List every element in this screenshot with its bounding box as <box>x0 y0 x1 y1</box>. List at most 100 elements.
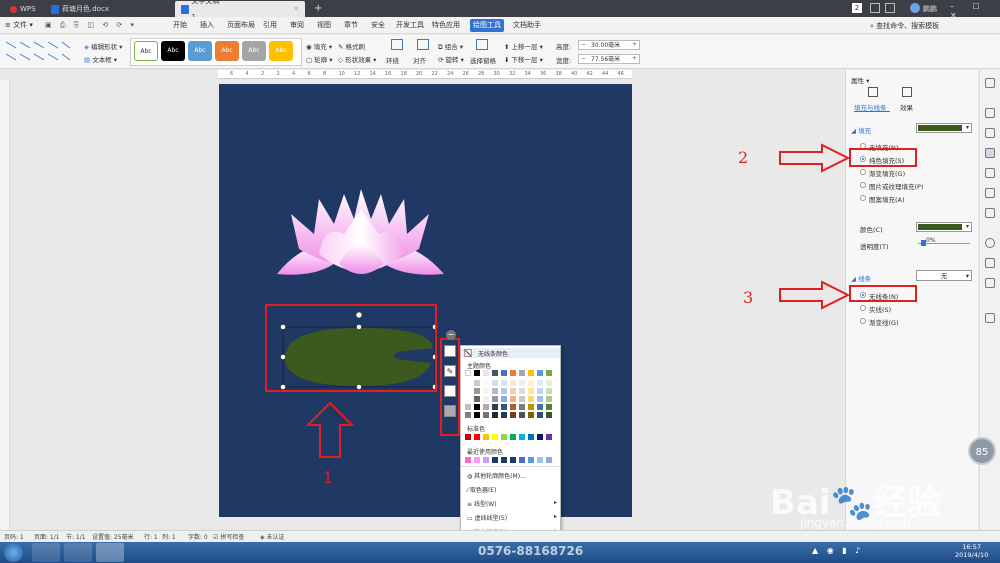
color-swatch[interactable] <box>528 388 534 394</box>
tab-wps[interactable]: WPS <box>4 1 42 17</box>
color-swatch[interactable] <box>537 404 543 410</box>
color-swatch[interactable] <box>528 404 534 410</box>
color-swatch[interactable] <box>483 388 489 394</box>
menu-special[interactable]: 特色应用 <box>429 19 463 32</box>
group-button[interactable]: ⧉ 组合 ▾ <box>438 41 463 52</box>
color-swatch[interactable] <box>537 380 543 386</box>
color-swatch[interactable] <box>465 370 471 376</box>
format-painter-button[interactable]: ✎ 格式刷 <box>338 41 365 51</box>
menu-review[interactable]: 审阅 <box>287 19 307 32</box>
menu-home[interactable]: 开始 <box>170 19 190 32</box>
color-swatch[interactable] <box>465 412 471 418</box>
align-button[interactable]: 对齐 <box>413 55 426 65</box>
avatar[interactable] <box>910 3 920 13</box>
color-swatch[interactable] <box>483 412 489 418</box>
shape-icon[interactable] <box>985 128 995 138</box>
color-swatch[interactable] <box>492 396 498 402</box>
start-button[interactable] <box>4 543 23 562</box>
dash-type-option[interactable]: ▭ 虚线线型(S) ▸ <box>467 513 557 522</box>
color-swatch[interactable] <box>528 457 534 463</box>
color-swatch[interactable] <box>465 380 471 386</box>
auth-status[interactable]: ◈ 未认证 <box>260 532 285 541</box>
color-swatch[interactable] <box>519 388 525 394</box>
color-swatch[interactable] <box>510 396 516 402</box>
decrement-icon[interactable]: − <box>581 40 586 49</box>
bring-forward-button[interactable]: ⬆ 上移一层 ▾ <box>504 41 543 51</box>
color-swatch[interactable] <box>546 412 552 418</box>
style-white[interactable]: Abc <box>134 41 158 61</box>
style-black[interactable]: Abc <box>161 41 185 61</box>
color-swatch[interactable] <box>501 388 507 394</box>
color-swatch[interactable] <box>465 388 471 394</box>
fill-button[interactable]: ◉ 填充 ▾ <box>306 41 332 51</box>
selection-pane-button[interactable]: 选择窗格 <box>470 55 496 65</box>
option-gradient-line[interactable]: 渐变线(G) <box>869 317 899 327</box>
export-icon[interactable] <box>985 278 995 288</box>
option-gradient-fill[interactable]: 渐变填充(G) <box>869 168 905 178</box>
style-orange[interactable]: Abc <box>215 41 239 61</box>
layout-options-icon[interactable] <box>444 345 456 357</box>
color-swatch[interactable] <box>519 380 525 386</box>
quick-access-toolbar[interactable]: ▣ ⎙ ⎘ ◫ ⟲ ⟳ ▾ <box>45 21 137 30</box>
toolbar-icon-1[interactable] <box>985 78 995 88</box>
color-swatch[interactable] <box>519 457 525 463</box>
color-swatch[interactable] <box>483 396 489 402</box>
line-type-select[interactable]: 无 ▾ <box>916 270 972 281</box>
color-swatch[interactable] <box>546 404 552 410</box>
color-picker[interactable]: ▾ <box>916 222 972 232</box>
style-gray[interactable]: Abc <box>242 41 266 61</box>
color-swatch[interactable] <box>510 412 516 418</box>
color-swatch[interactable] <box>510 404 516 410</box>
color-swatch[interactable] <box>474 388 480 394</box>
color-swatch[interactable] <box>546 396 552 402</box>
option-pattern-fill[interactable]: 图案填充(A) <box>869 194 905 204</box>
color-swatch[interactable] <box>519 412 525 418</box>
color-swatch[interactable] <box>546 434 552 440</box>
color-swatch[interactable] <box>492 404 498 410</box>
eyedropper-option[interactable]: ⁄ 取色器(E) <box>467 485 496 494</box>
increment-icon[interactable]: + <box>632 40 637 49</box>
color-swatch[interactable] <box>483 434 489 440</box>
increment-icon[interactable]: + <box>632 54 637 63</box>
menu-page-layout[interactable]: 页面布局 <box>224 19 258 32</box>
wrap-button[interactable]: 环绕 <box>386 55 399 65</box>
color-swatch[interactable] <box>519 396 525 402</box>
menu-insert[interactable]: 插入 <box>197 19 217 32</box>
skin-icon[interactable] <box>885 3 895 13</box>
color-swatch[interactable] <box>510 434 516 440</box>
color-swatch[interactable] <box>537 396 543 402</box>
color-swatch[interactable] <box>483 457 489 463</box>
color-swatch[interactable] <box>474 412 480 418</box>
color-swatch[interactable] <box>465 404 471 410</box>
taskbar-app-wps[interactable] <box>96 543 124 562</box>
share-icon[interactable] <box>985 258 995 268</box>
color-swatch[interactable] <box>492 380 498 386</box>
color-swatch[interactable] <box>510 457 516 463</box>
textbox-button[interactable]: ▤ 文本框 ▾ <box>84 54 117 64</box>
color-swatch[interactable] <box>519 434 525 440</box>
color-swatch[interactable] <box>528 434 534 440</box>
shape-effect-button[interactable]: ◇ 形状效果 ▾ <box>338 54 376 64</box>
outline-color-icon[interactable] <box>444 385 456 397</box>
option-picture-fill[interactable]: 图片或纹理填充(P) <box>869 181 924 191</box>
lock-icon[interactable] <box>985 168 995 178</box>
color-swatch[interactable] <box>501 457 507 463</box>
lotus-flower[interactable] <box>277 189 444 275</box>
picture-icon[interactable] <box>444 405 456 417</box>
color-swatch[interactable] <box>465 457 471 463</box>
system-tray-icons[interactable]: ▲ ◉ ▮ ♪ <box>812 546 863 555</box>
color-swatch[interactable] <box>465 396 471 402</box>
color-swatch[interactable] <box>474 434 480 440</box>
color-swatch[interactable] <box>537 434 543 440</box>
tab-document-active[interactable]: 文字文稿1 ✕ <box>175 0 305 21</box>
line-type-option[interactable]: ≡ 线型(W) ▸ <box>467 499 557 508</box>
tab-document-hetang[interactable]: 荷塘月色.docx <box>45 1 165 17</box>
color-swatch[interactable] <box>483 370 489 376</box>
properties-icon[interactable] <box>985 148 995 158</box>
fill-section-heading[interactable]: ◢ 填充 <box>851 125 871 135</box>
line-section-heading[interactable]: ◢ 线条 <box>851 273 871 283</box>
layout-icon[interactable] <box>870 3 880 13</box>
radio-solid-line[interactable] <box>860 305 866 311</box>
new-tab-button[interactable]: + <box>308 1 328 17</box>
radio-gradient-fill[interactable] <box>860 169 866 175</box>
